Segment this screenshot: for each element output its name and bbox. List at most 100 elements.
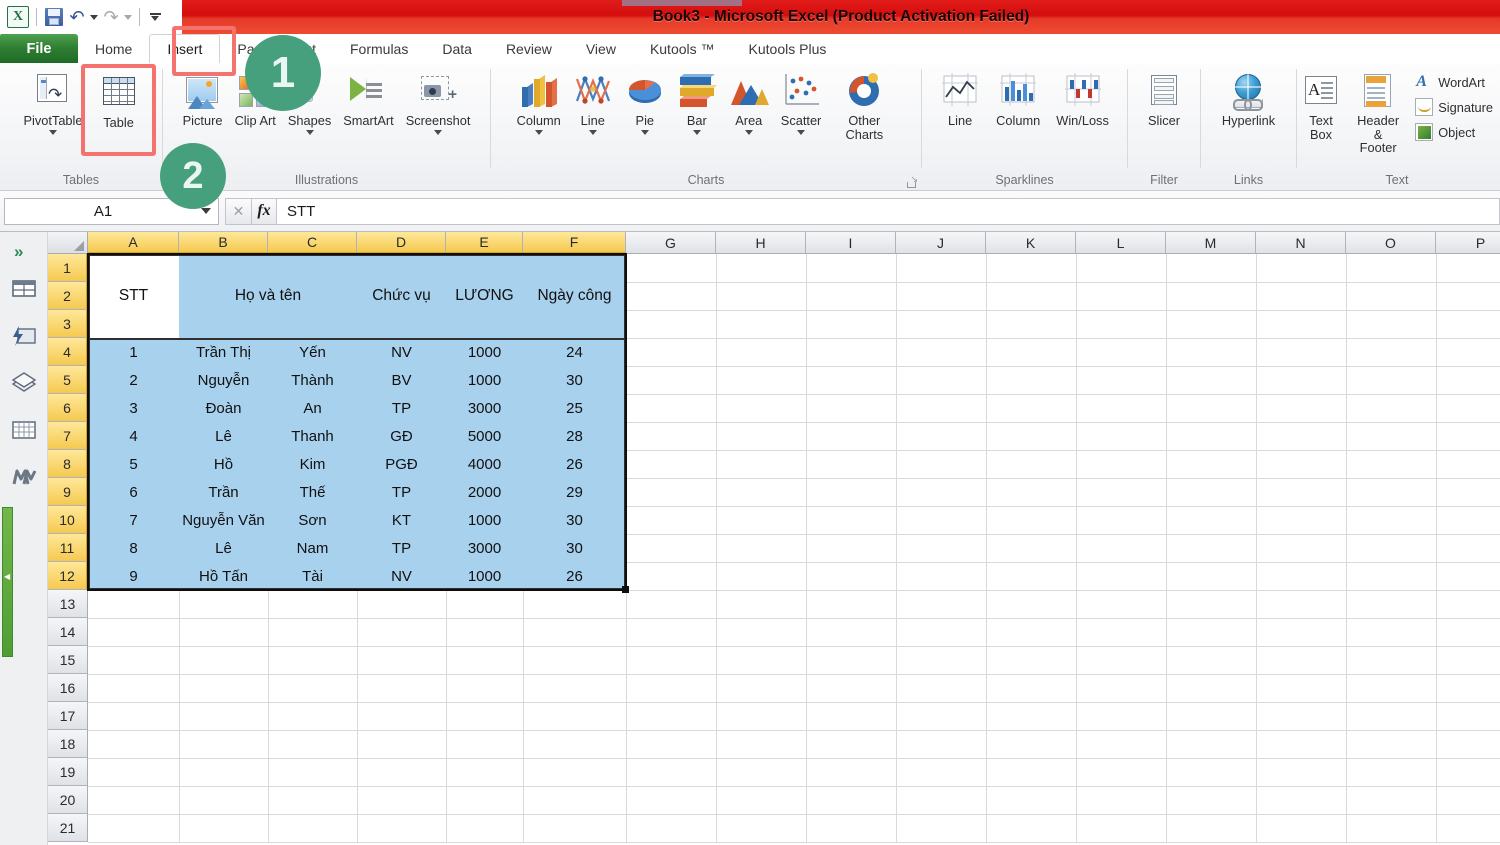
column-header-C[interactable]: C [268, 232, 357, 254]
row-header-12[interactable]: 12 [48, 562, 88, 590]
row-header-8[interactable]: 8 [48, 450, 88, 478]
expand-pane-icon[interactable]: » [14, 242, 23, 262]
row-header-7[interactable]: 7 [48, 422, 88, 450]
cell-position-5[interactable]: PGĐ [357, 450, 446, 478]
cell-workdays-3[interactable]: 25 [523, 394, 626, 422]
wordart-button[interactable]: A WordArt [1411, 71, 1497, 93]
cell-workdays-9[interactable]: 26 [523, 562, 626, 590]
cell-position-7[interactable]: KT [357, 506, 446, 534]
cell-workdays-6[interactable]: 29 [523, 478, 626, 506]
tab-home[interactable]: Home [78, 34, 149, 63]
scatter-chart-button[interactable]: Scatter [776, 69, 827, 137]
worksheet-stack-icon[interactable] [10, 371, 38, 395]
find-replace-icon[interactable] [10, 465, 38, 489]
cell-position-2[interactable]: BV [357, 366, 446, 394]
pie-chart-button[interactable]: Pie [620, 69, 670, 137]
column-header-P[interactable]: P [1436, 232, 1500, 254]
row-header-21[interactable]: 21 [48, 814, 88, 842]
area-chart-dropdown-icon[interactable] [744, 129, 753, 135]
picture-button[interactable]: Picture [178, 69, 228, 130]
textbox-button[interactable]: A Text Box [1297, 69, 1345, 143]
pivottable-button[interactable]: ↷ PivotTable [18, 69, 87, 137]
range-grid-icon[interactable] [10, 418, 38, 442]
tab-formulas[interactable]: Formulas [333, 34, 425, 63]
cell-lastname-8[interactable]: Lê [179, 534, 268, 562]
shapes-dropdown-icon[interactable] [305, 129, 314, 135]
undo-icon[interactable]: ↶ [67, 7, 87, 27]
column-header-L[interactable]: L [1076, 232, 1166, 254]
cell-stt-3[interactable]: 3 [88, 394, 179, 422]
excel-logo-icon[interactable]: X [7, 6, 29, 28]
screenshot-button[interactable]: + Screenshot [401, 69, 476, 137]
tab-kutools[interactable]: Kutools ™ [633, 34, 732, 63]
cell-lastname-6[interactable]: Trần [179, 478, 268, 506]
column-chart-button[interactable]: Column [512, 69, 566, 137]
cell-header-position[interactable]: Chức vụ [357, 254, 446, 338]
cell-firstname-8[interactable]: Nam [268, 534, 357, 562]
cell-position-4[interactable]: GĐ [357, 422, 446, 450]
customize-qat-icon[interactable] [147, 8, 163, 26]
cell-firstname-6[interactable]: Thế [268, 478, 357, 506]
slicer-button[interactable]: Slicer [1139, 69, 1189, 130]
cell-workdays-8[interactable]: 30 [523, 534, 626, 562]
column-header-M[interactable]: M [1166, 232, 1256, 254]
cell-stt-8[interactable]: 8 [88, 534, 179, 562]
pivottable-dropdown-icon[interactable] [48, 129, 57, 135]
row-header-4[interactable]: 4 [48, 338, 88, 366]
object-button[interactable]: Object [1411, 121, 1497, 143]
cell-stt-2[interactable]: 2 [88, 366, 179, 394]
cell-firstname-7[interactable]: Sơn [268, 506, 357, 534]
cell-firstname-5[interactable]: Kim [268, 450, 357, 478]
column-header-I[interactable]: I [806, 232, 896, 254]
line-chart-dropdown-icon[interactable] [588, 129, 597, 135]
cell-lastname-7[interactable]: Nguyễn Văn [179, 506, 268, 534]
cell-stt-6[interactable]: 6 [88, 478, 179, 506]
tab-view[interactable]: View [569, 34, 633, 63]
row-header-16[interactable]: 16 [48, 674, 88, 702]
cell-header-workdays[interactable]: Ngày công [523, 254, 626, 338]
column-header-B[interactable]: B [179, 232, 268, 254]
cell-stt-9[interactable]: 9 [88, 562, 179, 590]
cell-position-1[interactable]: NV [357, 338, 446, 366]
cell-salary-8[interactable]: 3000 [446, 534, 523, 562]
sparkline-column-button[interactable]: Column [991, 69, 1045, 130]
cell-salary-9[interactable]: 1000 [446, 562, 523, 590]
tab-kutools-plus[interactable]: Kutools Plus [732, 34, 844, 63]
cell-salary-4[interactable]: 5000 [446, 422, 523, 450]
cancel-formula-button[interactable]: ✕ [225, 197, 251, 225]
bar-chart-button[interactable]: Bar [672, 69, 722, 137]
row-header-6[interactable]: 6 [48, 394, 88, 422]
cell-lastname-5[interactable]: Hồ [179, 450, 268, 478]
area-chart-button[interactable]: Area [724, 69, 774, 137]
row-header-15[interactable]: 15 [48, 646, 88, 674]
row-header-13[interactable]: 13 [48, 590, 88, 618]
formula-input[interactable]: STT [277, 197, 1500, 225]
cell-salary-5[interactable]: 4000 [446, 450, 523, 478]
scatter-chart-dropdown-icon[interactable] [797, 129, 806, 135]
cell-position-6[interactable]: TP [357, 478, 446, 506]
cell-lastname-1[interactable]: Trần Thị [179, 338, 268, 366]
cell-firstname-1[interactable]: Yến [268, 338, 357, 366]
name-box-dropdown-icon[interactable] [201, 208, 211, 214]
pie-chart-dropdown-icon[interactable] [640, 129, 649, 135]
cell-stt-5[interactable]: 5 [88, 450, 179, 478]
cell-firstname-4[interactable]: Thanh [268, 422, 357, 450]
cell-position-9[interactable]: NV [357, 562, 446, 590]
cell-lastname-2[interactable]: Nguyễn [179, 366, 268, 394]
screenshot-dropdown-icon[interactable] [434, 129, 443, 135]
cell-workdays-5[interactable]: 26 [523, 450, 626, 478]
cell-header-name[interactable]: Họ và tên [179, 254, 357, 338]
cell-lastname-9[interactable]: Hồ Tấn [179, 562, 268, 590]
row-header-17[interactable]: 17 [48, 702, 88, 730]
row-header-2[interactable]: 2 [48, 282, 88, 310]
pane-collapse-handle[interactable] [2, 507, 13, 657]
insert-function-button[interactable]: fx [251, 197, 277, 225]
tab-data[interactable]: Data [425, 34, 489, 63]
tab-insert[interactable]: Insert [149, 34, 221, 63]
row-header-18[interactable]: 18 [48, 730, 88, 758]
other-charts-button[interactable]: Other Charts [828, 69, 900, 143]
quick-tools-icon[interactable] [10, 324, 38, 348]
cell-workdays-4[interactable]: 28 [523, 422, 626, 450]
charts-dialog-launcher[interactable] [906, 174, 918, 188]
column-header-E[interactable]: E [446, 232, 523, 254]
